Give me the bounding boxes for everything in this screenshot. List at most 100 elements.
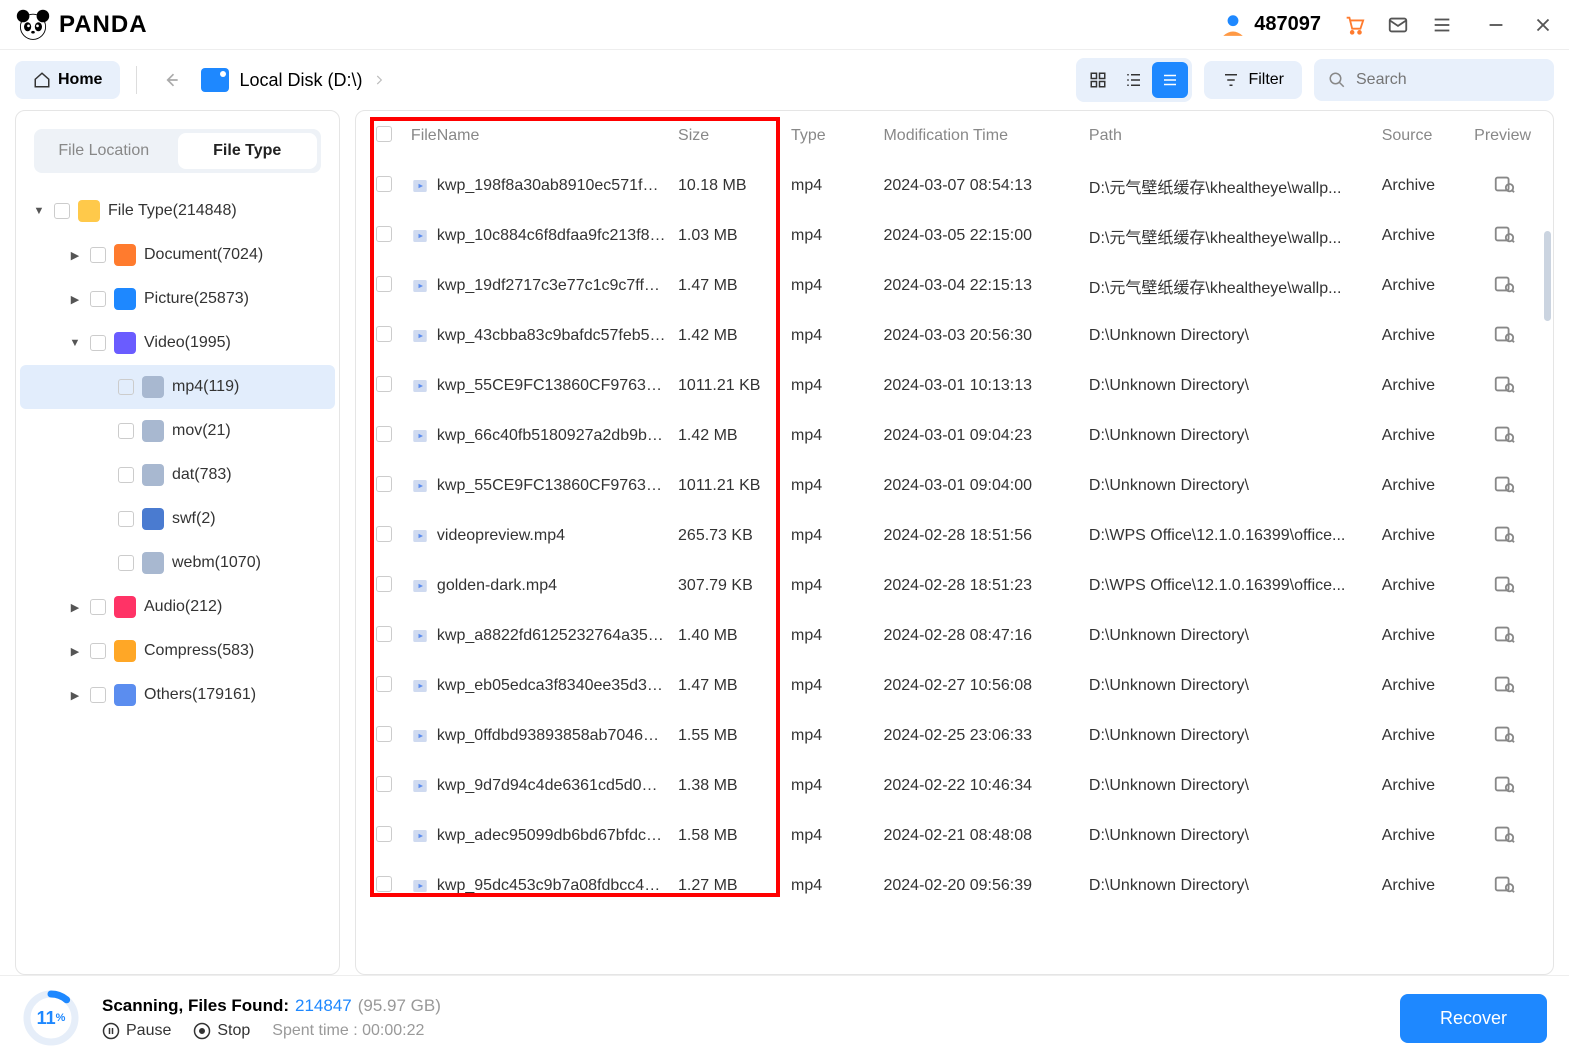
tree-item[interactable]: webm(1070) — [20, 541, 335, 585]
tree-item[interactable]: ▶ Others(179161) — [20, 673, 335, 717]
close-icon[interactable] — [1532, 14, 1554, 36]
list-view-button[interactable] — [1152, 62, 1188, 98]
search-input[interactable] — [1356, 71, 1536, 89]
row-checkbox[interactable] — [376, 526, 392, 542]
checkbox[interactable] — [90, 291, 106, 307]
row-checkbox[interactable] — [376, 276, 392, 292]
preview-icon[interactable] — [1493, 523, 1515, 545]
table-row[interactable]: kwp_95dc453c9b7a08fdbcc4d4... 1.27 MB mp… — [370, 861, 1539, 911]
menu-icon[interactable] — [1431, 14, 1453, 36]
tree-root[interactable]: ▼ File Type(214848) — [20, 189, 335, 233]
tree-item[interactable]: ▼ Video(1995) — [20, 321, 335, 365]
table-row[interactable]: kwp_19df2717c3e77c1c9c7ff1c9... 1.47 MB … — [370, 261, 1539, 311]
checkbox[interactable] — [54, 203, 70, 219]
nav-back-button[interactable] — [153, 62, 189, 98]
checkbox[interactable] — [118, 467, 134, 483]
table-row[interactable]: kwp_55CE9FC13860CF976347D... 1011.21 KB … — [370, 361, 1539, 411]
header-type[interactable]: Type — [785, 111, 877, 161]
tree-item[interactable]: ▶ Audio(212) — [20, 585, 335, 629]
search-box[interactable] — [1314, 59, 1554, 101]
table-row[interactable]: kwp_10c884c6f8dfaa9fc213f843... 1.03 MB … — [370, 211, 1539, 261]
row-checkbox[interactable] — [376, 576, 392, 592]
table-row[interactable]: kwp_66c40fb5180927a2db9b64... 1.42 MB mp… — [370, 411, 1539, 461]
row-checkbox[interactable] — [376, 376, 392, 392]
checkbox[interactable] — [118, 511, 134, 527]
preview-icon[interactable] — [1493, 223, 1515, 245]
checkbox[interactable] — [90, 599, 106, 615]
header-size[interactable]: Size — [672, 111, 785, 161]
header-path[interactable]: Path — [1083, 111, 1376, 161]
tree-item[interactable]: ▶ Document(7024) — [20, 233, 335, 277]
row-checkbox[interactable] — [376, 626, 392, 642]
row-checkbox[interactable] — [376, 876, 392, 892]
user-badge[interactable]: 487097 — [1220, 12, 1321, 38]
header-preview[interactable]: Preview — [1468, 111, 1539, 161]
cell-preview — [1468, 161, 1539, 211]
table-row[interactable]: golden-dark.mp4 307.79 KB mp4 2024-02-28… — [370, 561, 1539, 611]
scrollbar-thumb[interactable] — [1544, 231, 1551, 321]
stop-button[interactable]: Stop — [193, 1022, 250, 1040]
row-checkbox[interactable] — [376, 726, 392, 742]
row-checkbox[interactable] — [376, 176, 392, 192]
tree-item[interactable]: mov(21) — [20, 409, 335, 453]
preview-icon[interactable] — [1493, 623, 1515, 645]
preview-icon[interactable] — [1493, 873, 1515, 895]
preview-icon[interactable] — [1493, 323, 1515, 345]
checkbox[interactable] — [118, 555, 134, 571]
tree-item[interactable]: mp4(119) — [20, 365, 335, 409]
tree-item[interactable]: ▶ Compress(583) — [20, 629, 335, 673]
tree-item[interactable]: swf(2) — [20, 497, 335, 541]
row-checkbox[interactable] — [376, 776, 392, 792]
grid-view-button[interactable] — [1080, 62, 1116, 98]
tab-file-type[interactable]: File Type — [178, 133, 318, 169]
header-name[interactable]: FileName — [405, 111, 672, 161]
table-row[interactable]: kwp_a8822fd6125232764a35a6... 1.40 MB mp… — [370, 611, 1539, 661]
breadcrumb[interactable]: Local Disk (D:\) — [201, 68, 386, 92]
filter-button[interactable]: Filter — [1204, 61, 1302, 99]
pause-button[interactable]: Pause — [102, 1022, 171, 1040]
table-row[interactable]: kwp_9d7d94c4de6361cd5d05f8... 1.38 MB mp… — [370, 761, 1539, 811]
checkbox[interactable] — [90, 643, 106, 659]
table-row[interactable]: kwp_adec95099db6bd67bfdc7a... 1.58 MB mp… — [370, 811, 1539, 861]
preview-icon[interactable] — [1493, 173, 1515, 195]
row-checkbox[interactable] — [376, 676, 392, 692]
checkbox[interactable] — [118, 379, 134, 395]
tree-item[interactable]: dat(783) — [20, 453, 335, 497]
checkbox[interactable] — [118, 423, 134, 439]
row-checkbox[interactable] — [376, 226, 392, 242]
header-mod[interactable]: Modification Time — [877, 111, 1082, 161]
table-row[interactable]: kwp_198f8a30ab8910ec571f969... 10.18 MB … — [370, 161, 1539, 211]
table-row[interactable]: kwp_eb05edca3f8340ee35d326... 1.47 MB mp… — [370, 661, 1539, 711]
preview-icon[interactable] — [1493, 273, 1515, 295]
recover-button[interactable]: Recover — [1400, 994, 1547, 1043]
header-source[interactable]: Source — [1376, 111, 1468, 161]
tab-file-location[interactable]: File Location — [34, 129, 174, 173]
preview-icon[interactable] — [1493, 573, 1515, 595]
home-button[interactable]: Home — [15, 61, 120, 99]
preview-icon[interactable] — [1493, 373, 1515, 395]
mail-icon[interactable] — [1387, 14, 1409, 36]
preview-icon[interactable] — [1493, 423, 1515, 445]
select-all-checkbox[interactable] — [376, 126, 392, 142]
table-row[interactable]: kwp_55CE9FC13860CF976347D... 1011.21 KB … — [370, 461, 1539, 511]
checkbox[interactable] — [90, 687, 106, 703]
preview-icon[interactable] — [1493, 773, 1515, 795]
table-row[interactable]: kwp_0ffdbd93893858ab7046dfc... 1.55 MB m… — [370, 711, 1539, 761]
row-checkbox[interactable] — [376, 476, 392, 492]
preview-icon[interactable] — [1493, 723, 1515, 745]
preview-icon[interactable] — [1493, 473, 1515, 495]
minimize-icon[interactable] — [1485, 14, 1507, 36]
table-row[interactable]: videopreview.mp4 265.73 KB mp4 2024-02-2… — [370, 511, 1539, 561]
cell-source: Archive — [1376, 511, 1468, 561]
cart-icon[interactable] — [1343, 14, 1365, 36]
row-checkbox[interactable] — [376, 826, 392, 842]
preview-icon[interactable] — [1493, 673, 1515, 695]
preview-icon[interactable] — [1493, 823, 1515, 845]
tree-item[interactable]: ▶ Picture(25873) — [20, 277, 335, 321]
row-checkbox[interactable] — [376, 426, 392, 442]
checkbox[interactable] — [90, 335, 106, 351]
checkbox[interactable] — [90, 247, 106, 263]
compact-view-button[interactable] — [1116, 62, 1152, 98]
table-row[interactable]: kwp_43cbba83c9bafdc57feb572... 1.42 MB m… — [370, 311, 1539, 361]
row-checkbox[interactable] — [376, 326, 392, 342]
